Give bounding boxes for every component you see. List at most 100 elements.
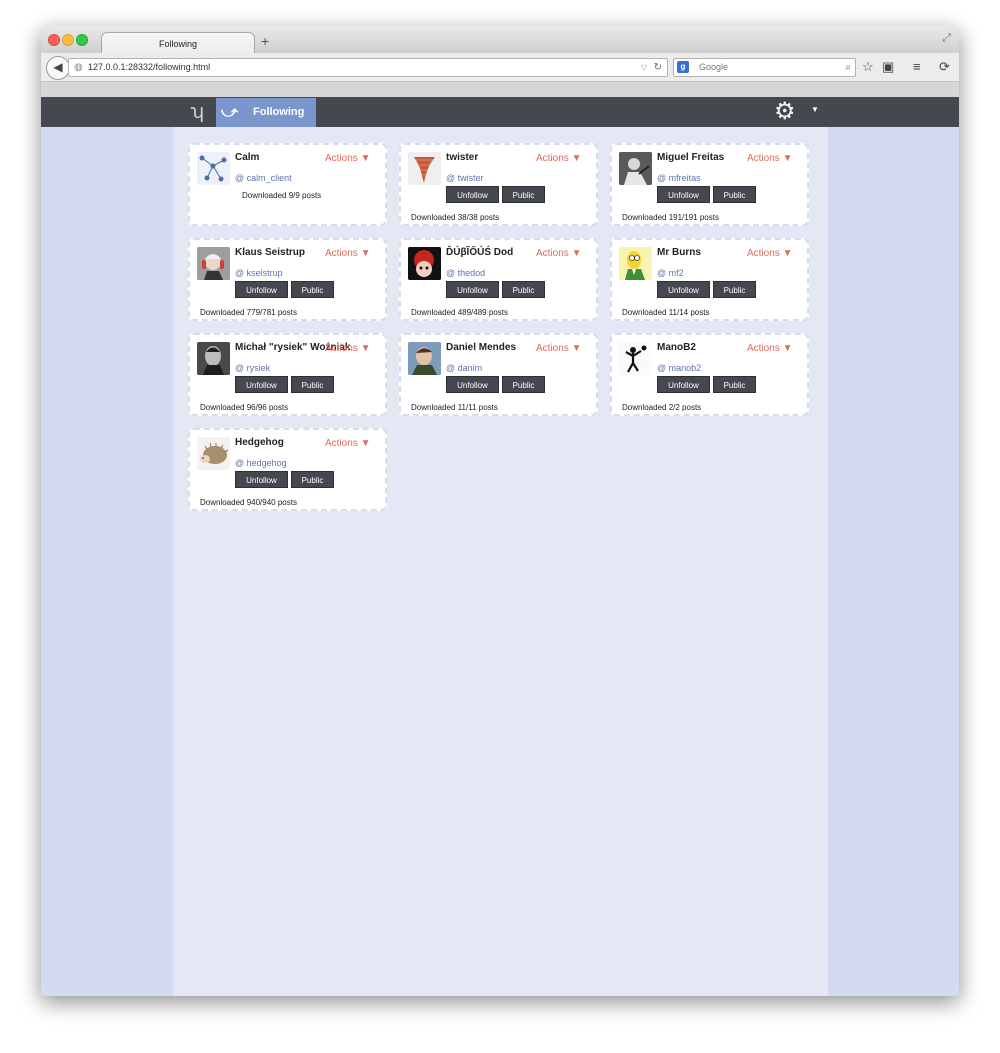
user-name[interactable]: Miguel Freitas (657, 152, 724, 163)
unfollow-button[interactable]: Unfollow (446, 281, 499, 298)
tab-following-label: Following (253, 106, 305, 118)
tab-title: Following (158, 39, 198, 49)
downloaded-status: Downloaded 489/489 posts (411, 308, 508, 317)
user-card: Klaus Seistrup Actions ▼ @ kseistrup Unf… (188, 238, 387, 321)
public-button[interactable]: Public (713, 186, 756, 203)
address-bar[interactable]: ◍ 127.0.0.1:28332/following.html ▽ ↻ (68, 58, 668, 77)
unfollow-button[interactable]: Unfollow (657, 186, 710, 203)
user-name[interactable]: Klaus Seistrup (235, 247, 305, 258)
actions-dropdown[interactable]: Actions ▼ (536, 248, 581, 259)
actions-dropdown[interactable]: Actions ▼ (325, 343, 370, 354)
actions-dropdown[interactable]: Actions ▼ (536, 343, 581, 354)
public-button[interactable]: Public (713, 281, 756, 298)
following-icon: ⤻ (221, 104, 239, 121)
search-icon[interactable]: ⌕ (845, 59, 851, 76)
downloaded-status: Downloaded 9/9 posts (242, 191, 322, 200)
search-placeholder: Google (699, 62, 729, 72)
user-name[interactable]: twister (446, 152, 478, 163)
actions-dropdown[interactable]: Actions ▼ (747, 343, 792, 354)
actions-dropdown[interactable]: Actions ▼ (325, 248, 370, 259)
navigation-toolbar: ◀ ◍ 127.0.0.1:28332/following.html ▽ ↻ g… (41, 53, 959, 82)
title-bar: Following + ⤢ (41, 26, 959, 55)
user-handle[interactable]: @ danim (446, 363, 482, 373)
toolbar-strip (41, 82, 959, 97)
fullscreen-icon[interactable]: ⤢ (942, 32, 951, 45)
unfollow-button[interactable]: Unfollow (446, 186, 499, 203)
gear-icon[interactable]: ⚙ (774, 99, 796, 125)
menu-icon[interactable]: ≡ (913, 59, 921, 74)
user-name[interactable]: ĎÚβĨŐÚŚ Dod (446, 247, 513, 258)
user-handle[interactable]: @ manob2 (657, 363, 701, 373)
downloaded-status: Downloaded 96/96 posts (200, 403, 289, 412)
avatar[interactable] (197, 342, 230, 375)
public-button[interactable]: Public (291, 471, 334, 488)
user-card: Calm Actions ▼ @ calm_client Downloaded … (188, 143, 387, 226)
search-bar[interactable]: g Google ⌕ (673, 58, 856, 77)
downloaded-status: Downloaded 191/191 posts (622, 213, 719, 222)
maximize-window-button[interactable] (76, 34, 88, 46)
public-button[interactable]: Public (291, 376, 334, 393)
user-handle[interactable]: @ thedod (446, 268, 485, 278)
actions-dropdown[interactable]: Actions ▼ (536, 153, 581, 164)
user-handle[interactable]: @ hedgehog (235, 458, 287, 468)
app-header: ʮ ⤻ Following ⚙ ▼ (41, 97, 959, 127)
actions-dropdown[interactable]: Actions ▼ (325, 438, 370, 449)
user-handle[interactable]: @ twister (446, 173, 484, 183)
user-card: Miguel Freitas Actions ▼ @ mfreitas Unfo… (610, 143, 809, 226)
globe-icon: ◍ (74, 62, 83, 73)
public-button[interactable]: Public (502, 376, 545, 393)
google-engine-icon[interactable]: g (677, 61, 689, 73)
clipboard-icon[interactable]: ▣ (882, 59, 894, 75)
public-button[interactable]: Public (291, 281, 334, 298)
sync-icon[interactable]: ⟳ (939, 59, 950, 75)
unfollow-button[interactable]: Unfollow (657, 281, 710, 298)
unfollow-button[interactable]: Unfollow (235, 376, 288, 393)
avatar[interactable] (408, 152, 441, 185)
actions-dropdown[interactable]: Actions ▼ (747, 153, 792, 164)
downloaded-status: Downloaded 940/940 posts (200, 498, 297, 507)
close-window-button[interactable] (48, 34, 60, 46)
history-dropdown-icon[interactable]: ▽ (641, 59, 647, 76)
public-button[interactable]: Public (502, 281, 545, 298)
user-card: ManoB2 Actions ▼ @ manob2 Unfollow Publi… (610, 333, 809, 416)
avatar[interactable] (197, 437, 230, 470)
minimize-window-button[interactable] (62, 34, 74, 46)
public-button[interactable]: Public (713, 376, 756, 393)
unfollow-button[interactable]: Unfollow (657, 376, 710, 393)
user-handle[interactable]: @ mf2 (657, 268, 684, 278)
avatar[interactable] (619, 247, 652, 280)
user-handle[interactable]: @ mfreitas (657, 173, 701, 183)
actions-dropdown[interactable]: Actions ▼ (747, 248, 792, 259)
reload-icon[interactable]: ↻ (654, 59, 662, 76)
new-tab-button[interactable]: + (261, 33, 269, 49)
downloaded-status: Downloaded 11/14 posts (622, 308, 710, 317)
user-card: Daniel Mendes Actions ▼ @ danim Unfollow… (399, 333, 598, 416)
unfollow-button[interactable]: Unfollow (235, 471, 288, 488)
user-name[interactable]: Hedgehog (235, 437, 284, 448)
avatar[interactable] (408, 342, 441, 375)
twister-logo-icon[interactable]: ʮ (184, 99, 210, 125)
user-name[interactable]: Daniel Mendes (446, 342, 516, 353)
user-name[interactable]: Calm (235, 152, 259, 163)
avatar[interactable] (408, 247, 441, 280)
user-handle[interactable]: @ kseistrup (235, 268, 283, 278)
user-handle[interactable]: @ calm_client (235, 173, 292, 183)
actions-dropdown[interactable]: Actions ▼ (325, 153, 370, 164)
unfollow-button[interactable]: Unfollow (235, 281, 288, 298)
tab-following[interactable]: ⤻ Following (216, 98, 316, 127)
user-name[interactable]: ManoB2 (657, 342, 696, 353)
downloaded-status: Downloaded 11/11 posts (411, 403, 498, 412)
avatar[interactable] (619, 342, 652, 375)
unfollow-button[interactable]: Unfollow (446, 376, 499, 393)
bookmark-star-icon[interactable]: ☆ (862, 59, 874, 75)
user-card: twister Actions ▼ @ twister Unfollow Pub… (399, 143, 598, 226)
user-handle[interactable]: @ rysiek (235, 363, 270, 373)
avatar[interactable] (197, 247, 230, 280)
chevron-down-icon[interactable]: ▼ (811, 105, 819, 114)
public-button[interactable]: Public (502, 186, 545, 203)
user-name[interactable]: Mr Burns (657, 247, 701, 258)
avatar[interactable] (619, 152, 652, 185)
back-button[interactable]: ◀ (46, 56, 70, 80)
avatar[interactable] (197, 152, 230, 185)
browser-tab[interactable]: Following (101, 32, 255, 55)
